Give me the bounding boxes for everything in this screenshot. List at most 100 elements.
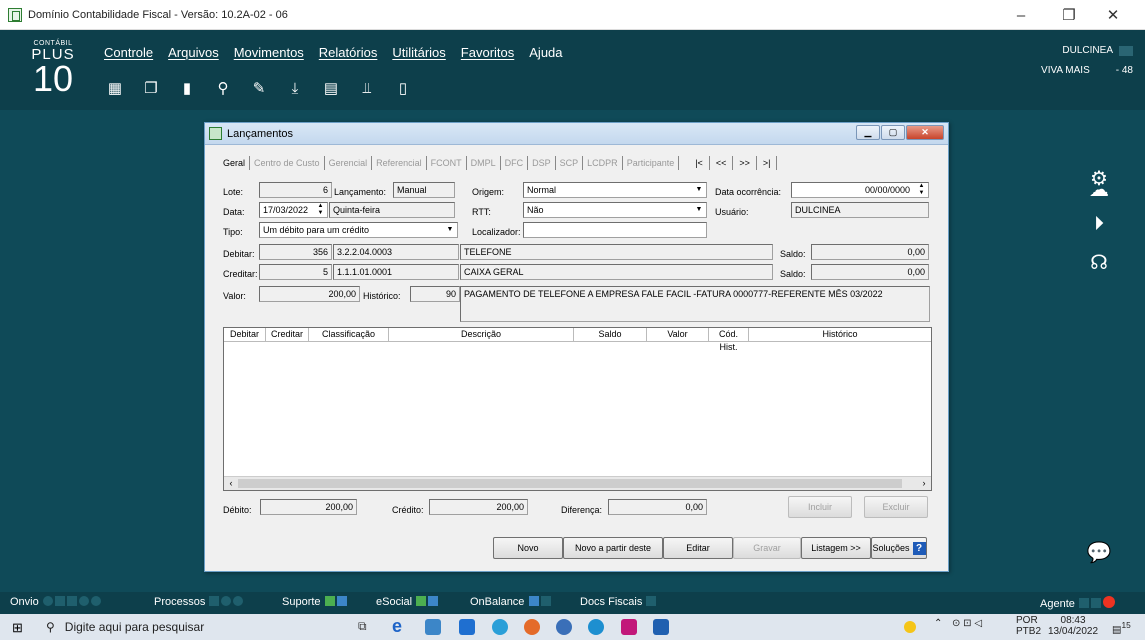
chevron-down-icon[interactable]: ▼ bbox=[444, 224, 456, 236]
chrome-icon[interactable] bbox=[524, 619, 540, 635]
historico-texto[interactable]: PAGAMENTO DE TELEFONE A EMPRESA FALE FAC… bbox=[460, 286, 930, 322]
novo-a-partir-button[interactable]: Novo a partir deste bbox=[563, 537, 663, 559]
tab-fcont[interactable]: FCONT bbox=[427, 156, 467, 170]
task-view-icon[interactable]: ⧉ bbox=[358, 619, 374, 635]
agente-link[interactable]: Agente bbox=[1040, 596, 1116, 610]
data-field[interactable]: 17/03/2022 ▲ ▼ bbox=[259, 202, 328, 218]
tab-centro-de-custo[interactable]: Centro de Custo bbox=[250, 156, 325, 170]
col-debitar[interactable]: Debitar bbox=[224, 328, 266, 341]
maximize-button[interactable]: ❐ bbox=[1049, 0, 1089, 30]
solucoes-button[interactable]: Soluções? bbox=[871, 537, 927, 559]
close-button[interactable]: ✕ bbox=[1093, 0, 1133, 30]
language-indicator[interactable]: POR PTB2 bbox=[1016, 615, 1041, 637]
incluir-button[interactable]: Incluir bbox=[788, 496, 852, 518]
outlook-icon[interactable] bbox=[459, 619, 475, 635]
col-historico[interactable]: Histórico bbox=[749, 328, 931, 341]
creditar-codigo[interactable]: 5 bbox=[259, 264, 332, 280]
building-icon[interactable]: ▦ bbox=[104, 77, 126, 99]
processos-link[interactable]: Processos bbox=[154, 596, 244, 608]
search-icon[interactable]: ⚲ bbox=[212, 77, 234, 99]
weather-icon[interactable] bbox=[904, 621, 916, 633]
play-icon[interactable]: ⏵ bbox=[1086, 211, 1112, 237]
onbalance-link[interactable]: OnBalance bbox=[470, 596, 552, 608]
esocial-link[interactable]: eSocial bbox=[376, 596, 439, 608]
notification-icon[interactable]: ▤15 bbox=[1112, 620, 1131, 635]
historico-codigo[interactable]: 90 bbox=[410, 286, 460, 302]
download-icon[interactable]: ⤓ bbox=[284, 77, 306, 99]
clock[interactable]: 08:43 13/04/2022 bbox=[1048, 615, 1098, 637]
menu-arquivos[interactable]: Arquivos bbox=[168, 45, 219, 60]
cloud-sync-icon[interactable]: ☁ bbox=[1086, 176, 1112, 202]
debitar-codigo[interactable]: 356 bbox=[259, 244, 332, 260]
chat-icon[interactable]: 💬 bbox=[1086, 539, 1112, 565]
user-chip[interactable] bbox=[1119, 45, 1133, 56]
tipo-select[interactable]: Um débito para um crédito ▼ bbox=[259, 222, 458, 238]
menu-favoritos[interactable]: Favoritos bbox=[461, 45, 514, 60]
edge-legacy-icon[interactable]: e bbox=[392, 616, 408, 636]
lancamentos-grid[interactable]: Debitar Creditar Classificação Descrição… bbox=[223, 327, 932, 491]
nav-first-button[interactable]: |< bbox=[689, 156, 710, 170]
app-pink-icon[interactable] bbox=[621, 619, 637, 635]
file-explorer-icon[interactable] bbox=[425, 619, 441, 635]
page-icon[interactable]: ▮ bbox=[176, 77, 198, 99]
tab-gerencial[interactable]: Gerencial bbox=[325, 156, 373, 170]
tab-scp[interactable]: SCP bbox=[556, 156, 584, 170]
chevron-down-icon[interactable]: ▼ bbox=[693, 204, 705, 216]
documents-icon[interactable]: ❐ bbox=[140, 77, 162, 99]
data-ocorrencia-field[interactable]: 00/00/0000 ▲ ▼ bbox=[791, 182, 929, 198]
chevron-down-icon[interactable]: ▼ bbox=[693, 184, 705, 196]
novo-button[interactable]: Novo bbox=[493, 537, 563, 559]
editar-button[interactable]: Editar bbox=[663, 537, 733, 559]
tab-referencial[interactable]: Referencial bbox=[372, 156, 427, 170]
col-cod-hist[interactable]: Cód. Hist. bbox=[709, 328, 749, 352]
headset-icon[interactable]: ☊ bbox=[1086, 249, 1112, 275]
localizador-field[interactable] bbox=[523, 222, 707, 238]
col-valor[interactable]: Valor bbox=[647, 328, 709, 341]
chrome-profile-icon[interactable] bbox=[588, 619, 604, 635]
minimize-button[interactable]: – bbox=[1001, 0, 1041, 30]
menu-relatorios[interactable]: Relatórios bbox=[319, 45, 378, 60]
lote-field[interactable]: 6 bbox=[259, 182, 332, 198]
calculator-icon[interactable]: ▤ bbox=[320, 77, 342, 99]
tab-geral[interactable]: Geral bbox=[219, 156, 251, 170]
tray-chevron-icon[interactable]: ⌃ bbox=[934, 618, 942, 629]
suporte-link[interactable]: Suporte bbox=[282, 596, 348, 608]
col-saldo[interactable]: Saldo bbox=[574, 328, 647, 341]
tab-dsp[interactable]: DSP bbox=[528, 156, 556, 170]
listagem-button[interactable]: Listagem >> bbox=[801, 537, 871, 559]
rtt-select[interactable]: Não ▼ bbox=[523, 202, 707, 218]
dialog-minimize-button[interactable]: ▁ bbox=[856, 125, 880, 140]
windows-start-icon[interactable]: ⊞ bbox=[12, 620, 23, 636]
scroll-left-icon[interactable]: ‹ bbox=[224, 477, 238, 490]
doc-edit-icon[interactable]: ✎ bbox=[248, 77, 270, 99]
excluir-button[interactable]: Excluir bbox=[864, 496, 928, 518]
valor-field[interactable]: 200,00 bbox=[259, 286, 360, 302]
nav-prev-button[interactable]: << bbox=[710, 156, 734, 170]
book-icon[interactable]: ▯ bbox=[392, 77, 414, 99]
dominio-icon[interactable] bbox=[653, 619, 669, 635]
scroll-thumb[interactable] bbox=[238, 479, 902, 488]
docs-fiscais-link[interactable]: Docs Fiscais bbox=[580, 596, 657, 608]
tab-dmpl[interactable]: DMPL bbox=[467, 156, 501, 170]
tab-participante[interactable]: Participante bbox=[623, 156, 680, 170]
date-spinner-icon[interactable]: ▲ ▼ bbox=[315, 203, 326, 217]
onvio-link[interactable]: Onvio bbox=[10, 596, 102, 608]
edge-icon[interactable] bbox=[492, 619, 508, 635]
app-icon[interactable] bbox=[556, 619, 572, 635]
menu-ajuda[interactable]: Ajuda bbox=[529, 45, 562, 60]
menu-utilitarios[interactable]: Utilitários bbox=[392, 45, 445, 60]
col-creditar[interactable]: Creditar bbox=[266, 328, 309, 341]
origem-select[interactable]: Normal ▼ bbox=[523, 182, 707, 198]
menu-movimentos[interactable]: Movimentos bbox=[234, 45, 304, 60]
col-descricao[interactable]: Descrição bbox=[389, 328, 574, 341]
tab-lcdpr[interactable]: LCDPR bbox=[583, 156, 623, 170]
gravar-button[interactable]: Gravar bbox=[733, 537, 801, 559]
chart-search-icon[interactable]: ⫫ bbox=[356, 77, 378, 99]
scroll-right-icon[interactable]: › bbox=[917, 477, 931, 490]
lancamento-field[interactable]: Manual bbox=[393, 182, 455, 198]
taskbar-search[interactable]: ⚲ Digite aqui para pesquisar bbox=[46, 618, 326, 636]
spinner-icon[interactable]: ▲ ▼ bbox=[916, 183, 927, 197]
dialog-close-button[interactable]: ✕ bbox=[906, 125, 944, 140]
tray-icons[interactable]: ⊙ ⊡ ◁ bbox=[952, 618, 982, 629]
nav-next-button[interactable]: >> bbox=[733, 156, 757, 170]
